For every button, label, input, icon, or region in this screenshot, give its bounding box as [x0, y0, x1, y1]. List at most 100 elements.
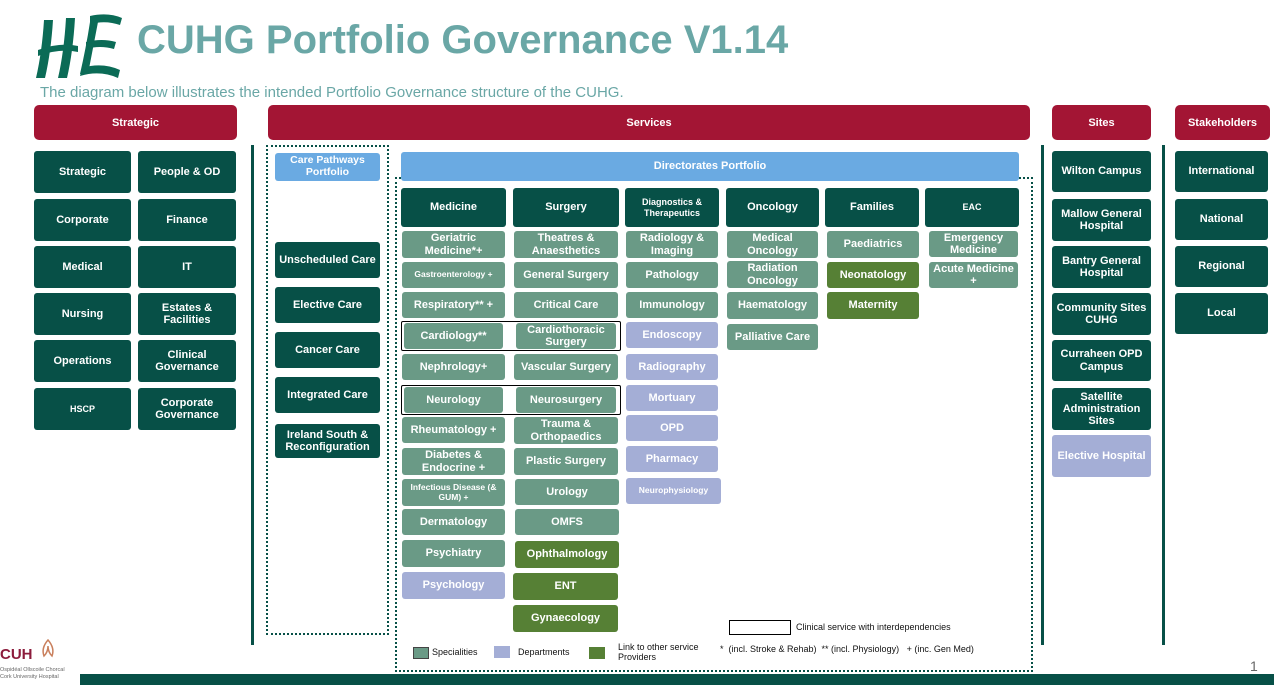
- surgery-item: Plastic Surgery: [514, 448, 618, 475]
- care-pathways-title: Care Pathways Portfolio: [275, 153, 380, 181]
- directorate-header-eac: EAC: [925, 188, 1019, 227]
- strategic-header: Strategic: [34, 105, 237, 140]
- medicine-item: Dermatology: [402, 509, 505, 535]
- care-pathway-item: Unscheduled Care: [275, 242, 380, 278]
- oncology-item: Medical Oncology: [727, 231, 818, 258]
- care-pathway-item: Cancer Care: [275, 332, 380, 368]
- surgery-item: Critical Care: [514, 292, 618, 318]
- medicine-item: Gastroenterology +: [402, 262, 505, 288]
- strategic-item: People & OD: [138, 151, 236, 193]
- surgery-item: Urology: [515, 479, 619, 505]
- interdependency-legend-box: [729, 620, 791, 635]
- care-pathway-item: Ireland South & Reconfiguration: [275, 424, 380, 458]
- care-pathway-item: Integrated Care: [275, 377, 380, 413]
- care-pathway-item: Elective Care: [275, 287, 380, 323]
- cuh-logo-sub2: Cork University Hospital: [0, 674, 59, 680]
- specialities-legend-label: Specialities: [432, 647, 478, 657]
- diagnostics-item: Mortuary: [626, 385, 718, 411]
- sites-header: Sites: [1052, 105, 1151, 140]
- footer-bar: [80, 674, 1274, 685]
- surgery-item: General Surgery: [514, 262, 618, 288]
- cuh-logo: CUH Ospidéal Ollscoile Chorcaí Cork Univ…: [0, 636, 80, 685]
- strategic-item: HSCP: [34, 388, 131, 430]
- hse-logo: [32, 12, 124, 82]
- medicine-item: Infectious Disease (& GUM) +: [402, 479, 505, 506]
- diagnostics-item: Immunology: [626, 292, 718, 318]
- strategic-item: Estates & Facilities: [138, 293, 236, 335]
- legend-notes: * (incl. Stroke & Rehab) ** (incl. Physi…: [720, 644, 974, 654]
- site-item: Elective Hospital: [1052, 435, 1151, 477]
- eac-item: Acute Medicine +: [929, 262, 1018, 288]
- surgery-item: Vascular Surgery: [514, 354, 618, 380]
- surgery-item: ENT: [513, 573, 618, 600]
- diagnostics-item: Radiography: [626, 354, 718, 380]
- medicine-item: Psychology: [402, 572, 505, 599]
- stakeholder-item: National: [1175, 199, 1268, 240]
- medicine-item: Geriatric Medicine*+: [402, 231, 505, 258]
- surgery-item: OMFS: [515, 509, 619, 535]
- cuh-logo-text: CUH: [0, 646, 33, 663]
- strategic-item: Clinical Governance: [138, 340, 236, 382]
- strategic-item: IT: [138, 246, 236, 288]
- strategic-item: Strategic: [34, 151, 131, 193]
- directorate-header-surgery: Surgery: [513, 188, 619, 227]
- stakeholders-header: Stakeholders: [1175, 105, 1270, 140]
- directorates-title: Directorates Portfolio: [401, 152, 1019, 181]
- diagnostics-item: Pathology: [626, 262, 718, 288]
- site-item: Satellite Administration Sites: [1052, 388, 1151, 430]
- directorate-header-families: Families: [825, 188, 919, 227]
- departments-swatch: [494, 646, 510, 658]
- interdependency-outline: [401, 385, 621, 415]
- page-title: CUHG Portfolio Governance V1.14: [137, 18, 789, 62]
- site-item: Curraheen OPD Campus: [1052, 340, 1151, 381]
- families-item: Maternity: [827, 292, 919, 319]
- oncology-item: Palliative Care: [727, 324, 818, 350]
- link-other-legend-label: Link to other service Providers: [618, 642, 699, 662]
- families-item: Neonatology: [827, 262, 919, 288]
- diagnostics-item: Pharmacy: [626, 446, 718, 472]
- surgery-item: Theatres & Anaesthetics: [514, 231, 618, 258]
- diagnostics-item: Endoscopy: [626, 322, 718, 348]
- services-header: Services: [268, 105, 1030, 140]
- stakeholder-item: Regional: [1175, 246, 1268, 287]
- medicine-item: Psychiatry: [402, 540, 505, 567]
- divider-strategic-services: [251, 145, 254, 645]
- strategic-item: Corporate: [34, 199, 131, 241]
- directorate-header-oncology: Oncology: [726, 188, 819, 227]
- stakeholder-item: Local: [1175, 293, 1268, 334]
- site-item: Mallow General Hospital: [1052, 199, 1151, 241]
- stakeholder-item: International: [1175, 151, 1268, 192]
- medicine-item: Rheumatology +: [402, 417, 505, 443]
- oncology-item: Haematology: [727, 292, 818, 319]
- specialities-swatch: [413, 647, 429, 659]
- strategic-item: Operations: [34, 340, 131, 382]
- medicine-item: Diabetes & Endocrine +: [402, 448, 505, 475]
- families-item: Paediatrics: [827, 231, 919, 258]
- diagnostics-item: OPD: [626, 415, 718, 441]
- strategic-item: Medical: [34, 246, 131, 288]
- site-item: Wilton Campus: [1052, 151, 1151, 192]
- page-subtitle: The diagram below illustrates the intend…: [40, 84, 624, 101]
- divider-sites-stakeholders: [1162, 145, 1165, 645]
- medicine-item: Nephrology+: [402, 354, 505, 380]
- cuh-logo-sub1: Ospidéal Ollscoile Chorcaí: [0, 667, 65, 673]
- site-item: Community Sites CUHG: [1052, 293, 1151, 335]
- interdependency-legend-label: Clinical service with interdependencies: [796, 622, 951, 632]
- diagnostics-item: Radiology & Imaging: [626, 231, 718, 258]
- site-item: Bantry General Hospital: [1052, 246, 1151, 288]
- departments-legend-label: Departments: [518, 647, 570, 657]
- surgery-item: Ophthalmology: [515, 541, 619, 568]
- strategic-item: Corporate Governance: [138, 388, 236, 430]
- strategic-item: Finance: [138, 199, 236, 241]
- eac-item: Emergency Medicine: [929, 231, 1018, 257]
- directorate-header-diagnostics: Diagnostics & Therapeutics: [625, 188, 719, 227]
- strategic-item: Nursing: [34, 293, 131, 335]
- directorate-header-medicine: Medicine: [401, 188, 506, 227]
- interdependency-outline: [401, 321, 621, 351]
- flame-icon: [42, 638, 54, 658]
- page-number: 1: [1250, 658, 1258, 674]
- diagnostics-item: Neurophysiology: [626, 478, 721, 504]
- surgery-item: Trauma & Orthopaedics: [514, 417, 618, 444]
- surgery-item: Gynaecology: [513, 605, 618, 632]
- oncology-item: Radiation Oncology: [727, 261, 818, 288]
